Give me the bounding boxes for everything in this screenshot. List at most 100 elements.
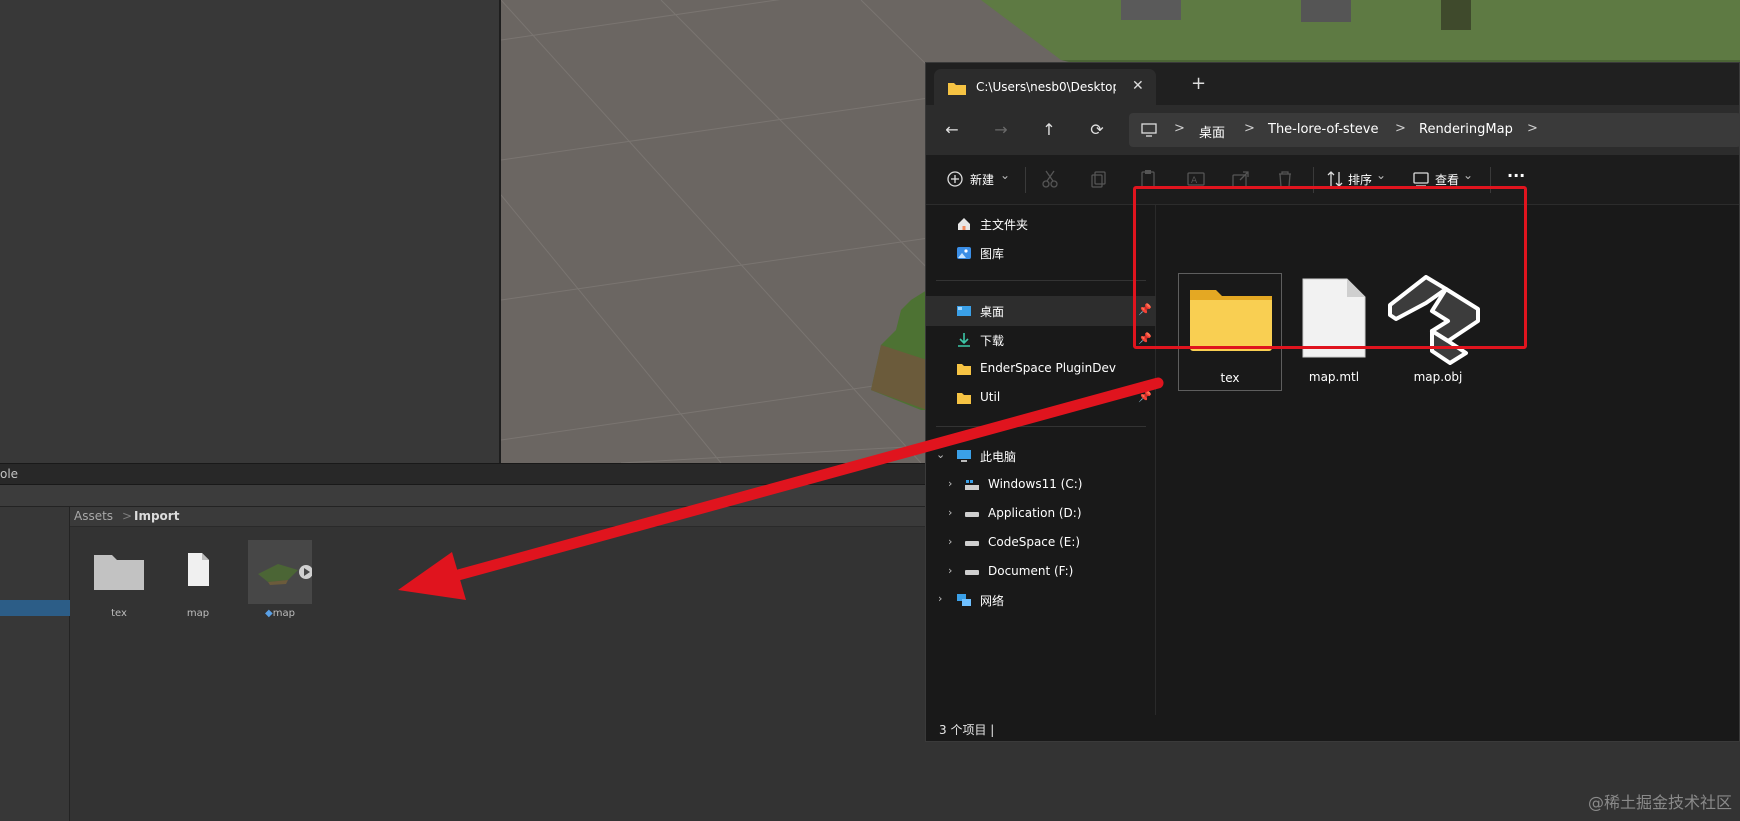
collapse-chevron-icon[interactable]: ⌄ [936, 448, 945, 461]
chevron-down-icon: ⌄ [1000, 168, 1011, 182]
sidebar-item-label: 此电脑 [980, 450, 1017, 464]
explorer-title-bar: C:\Users\nesb0\Desktop\The-l ✕ + [926, 63, 1739, 105]
sidebar-divider [936, 426, 1146, 427]
home-icon [958, 218, 970, 230]
close-tab-icon[interactable]: ✕ [1132, 78, 1144, 94]
model-prefab-icon [258, 564, 313, 585]
computer-icon [957, 450, 971, 462]
address-bar[interactable]: > 桌面 > The-lore-of-steve > RenderingMap … [1129, 113, 1739, 147]
sidebar-item-network[interactable]: › 网络 [926, 585, 1156, 615]
address-separator[interactable]: > [1174, 121, 1185, 136]
sidebar-item-gallery[interactable]: 图库 [926, 238, 1156, 268]
cut-icon[interactable] [1039, 168, 1061, 190]
chevron-down-icon: ⌄ [1463, 168, 1474, 182]
back-icon[interactable]: ← [939, 117, 965, 143]
forward-icon[interactable]: → [988, 117, 1014, 143]
download-icon [958, 333, 970, 347]
sidebar-item-util[interactable]: Util 📌 [926, 383, 1156, 413]
new-tab-icon[interactable]: + [1191, 73, 1206, 94]
unity-project-folder-tree [0, 507, 70, 821]
file-label: map.obj [1413, 370, 1463, 384]
asset-label: ◆map [248, 608, 312, 619]
command-separator [1025, 167, 1026, 193]
file-icon [188, 553, 209, 586]
sidebar-item-drive-e[interactable]: › CodeSpace (E:) [926, 528, 1156, 558]
mesh-icon: ◆ [265, 608, 273, 619]
sidebar-item-drive-f[interactable]: › Document (F:) [926, 557, 1156, 587]
breadcrumb-import[interactable]: Import [134, 509, 179, 523]
model-preview [248, 540, 313, 604]
drive-icon [965, 541, 979, 546]
sidebar-item-this-pc[interactable]: ⌄ 此电脑 [926, 441, 1156, 471]
folder-icon [957, 393, 971, 404]
watermark: @稀土掘金技术社区 [1587, 793, 1732, 812]
sidebar-item-label: Application (D:) [988, 506, 1082, 520]
sidebar-item-label: 图库 [980, 247, 1005, 261]
tab-title: C:\Users\nesb0\Desktop\The-l [976, 80, 1116, 94]
sidebar-item-home[interactable]: 主文件夹 [926, 209, 1156, 239]
windows-drive-icon [965, 480, 979, 490]
pin-icon: 📌 [1138, 390, 1152, 403]
sidebar-item-enderspace[interactable]: EnderSpace PluginDev [926, 354, 1156, 384]
breadcrumb-separator: > [122, 509, 133, 523]
selected-folder-row[interactable] [0, 600, 70, 616]
breadcrumb-assets[interactable]: Assets [74, 509, 113, 523]
sidebar-item-label: 桌面 [980, 305, 1005, 319]
address-segment-renderingmap[interactable]: RenderingMap [1419, 122, 1513, 137]
sidebar-item-drive-c[interactable]: › Windows11 (C:) [926, 470, 1156, 500]
chevron-down-icon: ⌄ [1376, 168, 1387, 182]
unity-asset-map-model[interactable]: ◆map [248, 540, 313, 619]
explorer-tab[interactable]: C:\Users\nesb0\Desktop\The-l ✕ [934, 69, 1156, 105]
up-icon[interactable]: ↑ [1036, 117, 1062, 143]
svg-text:A: A [1191, 176, 1198, 186]
new-plus-icon [947, 171, 963, 187]
copy-icon[interactable] [1088, 168, 1110, 190]
sidebar-item-drive-d[interactable]: › Application (D:) [926, 499, 1156, 529]
sidebar-item-label: 网络 [980, 594, 1005, 608]
navigation-pane: 主文件夹 图库 桌面 📌 下载 📌 EnderSpace PluginDev U… [926, 205, 1156, 715]
asset-label-text: map [272, 608, 295, 619]
refresh-icon[interactable]: ⟳ [1084, 117, 1110, 143]
asset-label: map [186, 608, 210, 619]
gallery-icon [957, 247, 971, 259]
sidebar-item-label: CodeSpace (E:) [988, 535, 1081, 549]
new-button[interactable]: 新建 [970, 171, 994, 188]
drive-icon [965, 570, 979, 575]
unity-hierarchy-panel [0, 0, 499, 463]
panel-tab-label[interactable]: ole [0, 467, 18, 481]
more-options-icon[interactable]: ··· [1507, 166, 1525, 185]
address-separator[interactable]: > [1244, 121, 1255, 136]
address-separator[interactable]: > [1395, 121, 1406, 136]
address-separator[interactable]: > [1527, 121, 1538, 136]
sidebar-item-label: 主文件夹 [980, 218, 1029, 232]
expand-chevron-icon[interactable]: › [948, 477, 952, 490]
unity-asset-map-mtl[interactable]: map [168, 545, 228, 619]
sidebar-item-label: EnderSpace PluginDev [980, 361, 1116, 375]
expand-chevron-icon[interactable]: › [948, 564, 952, 577]
sidebar-item-desktop[interactable]: 桌面 📌 [926, 296, 1156, 326]
item-count: 3 个项目 | [939, 723, 995, 737]
folder-icon [948, 83, 966, 95]
sidebar-item-downloads[interactable]: 下载 📌 [926, 325, 1156, 355]
file-label: tex [1220, 371, 1240, 385]
sidebar-item-label: Util [980, 390, 1001, 404]
expand-chevron-icon[interactable]: › [938, 592, 942, 605]
address-segment-lore[interactable]: The-lore-of-steve [1268, 122, 1379, 137]
expand-chevron-icon[interactable]: › [948, 506, 952, 519]
asset-label: tex [111, 608, 127, 619]
explorer-navigation-bar: ← → ↑ ⟳ > 桌面 > The-lore-of-steve > Rende… [926, 105, 1739, 155]
address-segment-desktop[interactable]: 桌面 [1199, 122, 1225, 141]
unity-asset-tex[interactable]: tex [89, 545, 149, 619]
file-label: map.mtl [1308, 370, 1360, 384]
drive-icon [965, 512, 979, 517]
sidebar-divider [936, 280, 1146, 281]
folder-icon [94, 555, 144, 590]
monitor-icon [1141, 123, 1157, 137]
desktop-icon [957, 306, 971, 316]
status-bar: 3 个项目 | [926, 715, 1739, 741]
file-explorer-window: C:\Users\nesb0\Desktop\The-l ✕ + ← → ↑ ⟳… [925, 62, 1740, 742]
network-icon [957, 594, 971, 606]
sidebar-item-label: Document (F:) [988, 564, 1074, 578]
expand-chevron-icon[interactable]: › [948, 535, 952, 548]
sidebar-item-label: 下载 [980, 334, 1005, 348]
